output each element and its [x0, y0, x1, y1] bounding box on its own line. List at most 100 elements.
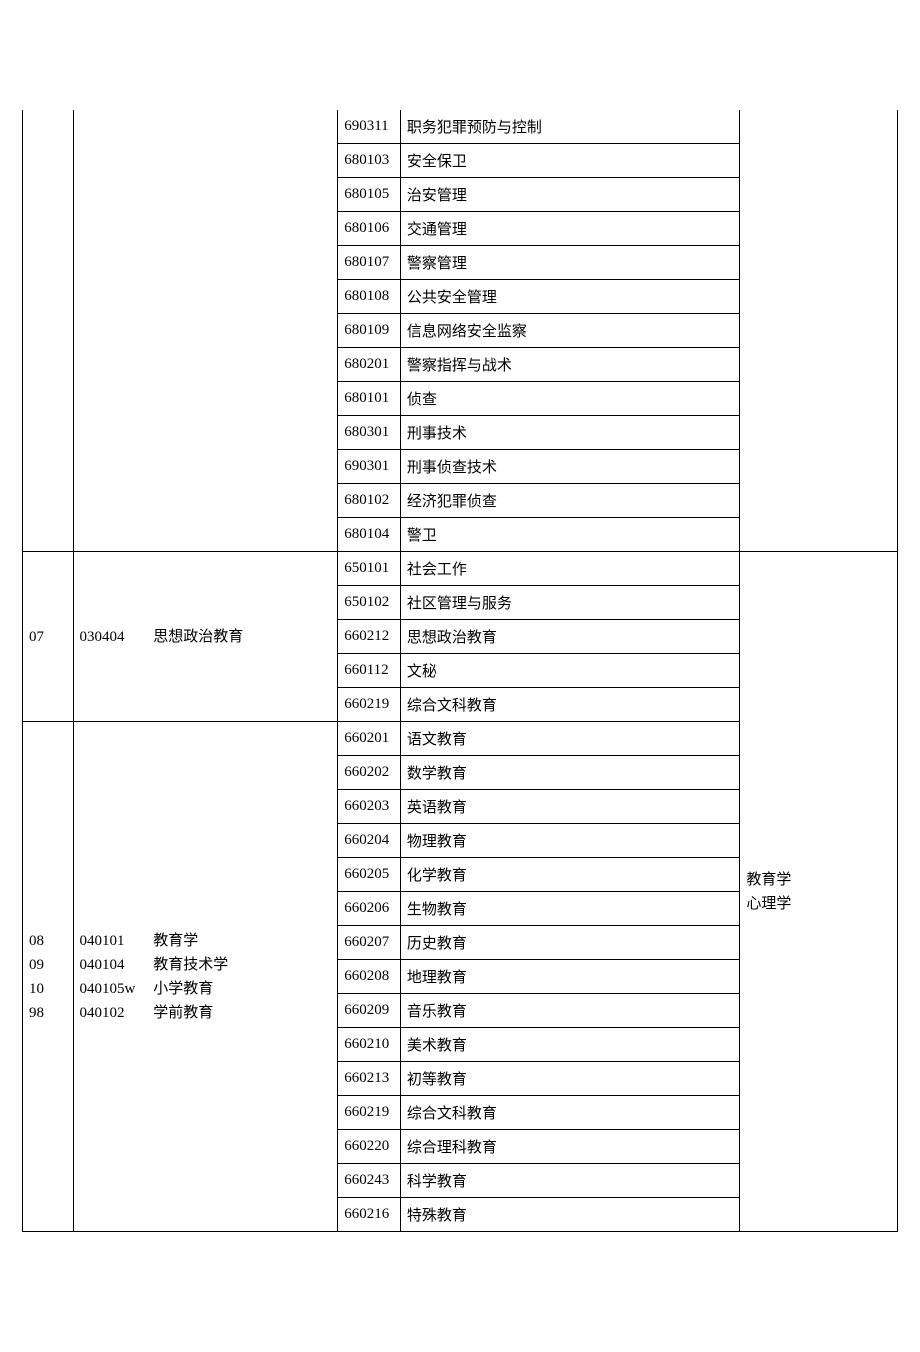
- sub-name: 英语教育: [400, 790, 739, 824]
- sub-name: 生物教育: [400, 892, 739, 926]
- major-name: 教育技术学: [153, 957, 228, 973]
- seq-number: 08: [29, 933, 44, 949]
- sub-name: 综合文科教育: [400, 688, 739, 722]
- sub-name: 文秘: [400, 654, 739, 688]
- sub-code: 660205: [338, 858, 401, 892]
- sub-code: 680107: [338, 246, 401, 280]
- sub-code: 660212: [338, 620, 401, 654]
- sub-name: 初等教育: [400, 1062, 739, 1096]
- sub-name: 音乐教育: [400, 994, 739, 1028]
- sub-name: 刑事侦查技术: [400, 450, 739, 484]
- sub-code: 660209: [338, 994, 401, 1028]
- document-page: 690311职务犯罪预防与控制680103安全保卫680105治安管理68010…: [0, 0, 920, 1352]
- major-entry: 040105w 小学教育: [80, 981, 214, 997]
- sub-name: 经济犯罪侦查: [400, 484, 739, 518]
- sub-name: 科学教育: [400, 1164, 739, 1198]
- sub-code: 660203: [338, 790, 401, 824]
- sub-code: 660201: [338, 722, 401, 756]
- sub-code: 680301: [338, 416, 401, 450]
- seq-cell: 07: [23, 552, 74, 722]
- major-code: 040102: [80, 1001, 150, 1025]
- sub-code: 660112: [338, 654, 401, 688]
- sub-code: 690311: [338, 110, 401, 144]
- sub-name: 警卫: [400, 518, 739, 552]
- sub-name: 综合文科教育: [400, 1096, 739, 1130]
- sub-name: 综合理科教育: [400, 1130, 739, 1164]
- major-code: 040101: [80, 929, 150, 953]
- major-code: 030404: [80, 625, 150, 649]
- sub-code: 660206: [338, 892, 401, 926]
- table-row: 07030404 思想政治教育650101社会工作教育学心理学: [23, 552, 898, 586]
- major-cell: 040101 教育学040104 教育技术学040105w 小学教育040102…: [73, 722, 338, 1232]
- table-body: 690311职务犯罪预防与控制680103安全保卫680105治安管理68010…: [23, 110, 898, 1232]
- major-entry: 040104 教育技术学: [80, 957, 229, 973]
- sub-code: 680101: [338, 382, 401, 416]
- seq-number: 98: [29, 1005, 44, 1021]
- sub-name: 社区管理与服务: [400, 586, 739, 620]
- sub-name: 化学教育: [400, 858, 739, 892]
- major-name: 思想政治教育: [153, 629, 243, 645]
- sub-name: 社会工作: [400, 552, 739, 586]
- sub-code: 660219: [338, 688, 401, 722]
- sub-name: 语文教育: [400, 722, 739, 756]
- sub-name: 刑事技术: [400, 416, 739, 450]
- major-entry: 040101 教育学: [80, 933, 199, 949]
- sub-name: 历史教育: [400, 926, 739, 960]
- sub-code: 660220: [338, 1130, 401, 1164]
- sub-name: 侦查: [400, 382, 739, 416]
- sub-name: 交通管理: [400, 212, 739, 246]
- major-name: 小学教育: [153, 981, 213, 997]
- seq-number: 07: [29, 629, 44, 645]
- major-entry: 040102 学前教育: [80, 1005, 214, 1021]
- sub-code: 660208: [338, 960, 401, 994]
- sub-code: 680104: [338, 518, 401, 552]
- sub-code: 680103: [338, 144, 401, 178]
- seq-cell: 08 09 10 98: [23, 722, 74, 1232]
- sub-code: 650102: [338, 586, 401, 620]
- sub-code: 680108: [338, 280, 401, 314]
- sub-code: 660213: [338, 1062, 401, 1096]
- note-line: 心理学: [746, 896, 791, 912]
- major-name: 学前教育: [153, 1005, 213, 1021]
- sub-code: 650101: [338, 552, 401, 586]
- sub-name: 数学教育: [400, 756, 739, 790]
- sub-name: 地理教育: [400, 960, 739, 994]
- sub-code: 690301: [338, 450, 401, 484]
- sub-name: 警察指挥与战术: [400, 348, 739, 382]
- sub-name: 警察管理: [400, 246, 739, 280]
- major-cell: [73, 110, 338, 552]
- seq-number: 10: [29, 981, 44, 997]
- table-row: 690311职务犯罪预防与控制: [23, 110, 898, 144]
- seq-cell: [23, 110, 74, 552]
- sub-code: 660204: [338, 824, 401, 858]
- sub-code: 680102: [338, 484, 401, 518]
- sub-code: 660216: [338, 1198, 401, 1232]
- sub-name: 职务犯罪预防与控制: [400, 110, 739, 144]
- sub-name: 治安管理: [400, 178, 739, 212]
- sub-code: 660202: [338, 756, 401, 790]
- major-code: 040105w: [80, 977, 150, 1001]
- subject-notes: [740, 110, 898, 552]
- sub-name: 安全保卫: [400, 144, 739, 178]
- sub-code: 680109: [338, 314, 401, 348]
- note-line: 教育学: [746, 872, 791, 888]
- sub-code: 660207: [338, 926, 401, 960]
- sub-name: 思想政治教育: [400, 620, 739, 654]
- sub-name: 物理教育: [400, 824, 739, 858]
- seq-number: 09: [29, 957, 44, 973]
- sub-code: 660210: [338, 1028, 401, 1062]
- major-code: 040104: [80, 953, 150, 977]
- major-cell: 030404 思想政治教育: [73, 552, 338, 722]
- specialty-mapping-table: 690311职务犯罪预防与控制680103安全保卫680105治安管理68010…: [22, 110, 898, 1232]
- major-entry: 030404 思想政治教育: [80, 629, 244, 645]
- sub-code: 680105: [338, 178, 401, 212]
- sub-name: 美术教育: [400, 1028, 739, 1062]
- major-name: 教育学: [153, 933, 198, 949]
- sub-name: 特殊教育: [400, 1198, 739, 1232]
- sub-code: 680201: [338, 348, 401, 382]
- sub-code: 680106: [338, 212, 401, 246]
- sub-name: 公共安全管理: [400, 280, 739, 314]
- subject-notes: 教育学心理学: [740, 552, 898, 1232]
- sub-code: 660219: [338, 1096, 401, 1130]
- sub-name: 信息网络安全监察: [400, 314, 739, 348]
